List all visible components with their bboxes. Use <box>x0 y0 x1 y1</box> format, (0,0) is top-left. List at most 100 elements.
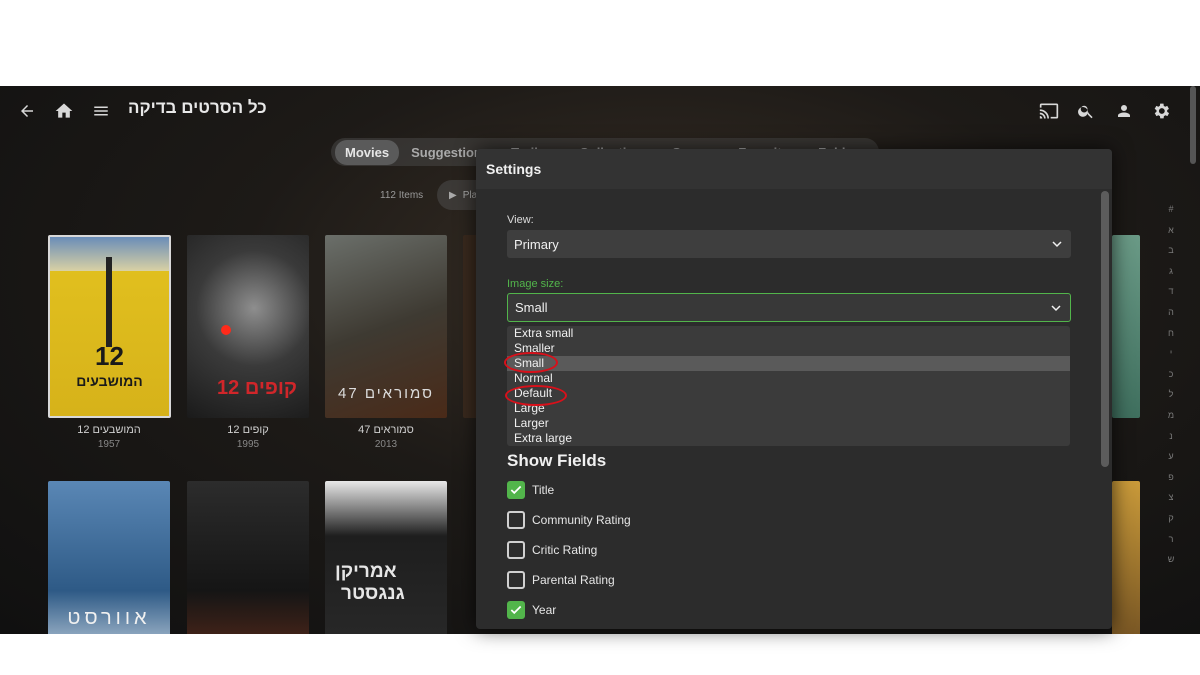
option-larger[interactable]: Larger <box>507 416 1070 431</box>
checkbox-critic-rating[interactable] <box>507 541 525 559</box>
gear-icon[interactable] <box>1149 99 1173 123</box>
option-extra-large[interactable]: Extra large <box>507 431 1070 446</box>
alpha-letter[interactable]: י <box>1164 348 1178 369</box>
search-icon[interactable] <box>1074 99 1098 123</box>
alpha-letter[interactable]: ב <box>1164 245 1178 266</box>
alpha-letter[interactable]: מ <box>1164 410 1178 431</box>
alpha-letter[interactable]: א <box>1164 225 1178 246</box>
check-icon <box>510 485 522 495</box>
alpha-letter[interactable]: ע <box>1164 451 1178 472</box>
movie-poster[interactable]: 47 סמוראים <box>325 235 447 418</box>
page-title: כל הסרטים בדיקה <box>128 98 267 117</box>
checkbox-year[interactable] <box>507 601 525 619</box>
items-count: 112 Items <box>380 190 424 201</box>
user-icon[interactable] <box>1112 99 1136 123</box>
checkbox-title[interactable] <box>507 481 525 499</box>
page-scrollbar[interactable] <box>1190 86 1196 164</box>
alphabet-picker: # א ב ג ד ה ח י כ ל מ נ ע פ צ ק ר ש <box>1164 204 1178 575</box>
movie-poster[interactable] <box>1112 481 1140 634</box>
menu-icon[interactable] <box>89 99 113 123</box>
image-size-value: Small <box>515 300 548 315</box>
check-icon <box>510 605 522 615</box>
top-bar: כל הסרטים בדיקה <box>0 86 1200 136</box>
alpha-letter[interactable]: נ <box>1164 431 1178 452</box>
tab-movies[interactable]: Movies <box>335 139 400 165</box>
chevron-down-icon <box>1050 302 1062 317</box>
dialog-scrollbar[interactable] <box>1101 191 1109 467</box>
movie-title[interactable]: 12 המושבעים <box>48 424 170 436</box>
checkbox-label: Parental Rating <box>532 573 615 587</box>
movie-title[interactable]: 12 קופים <box>187 424 309 436</box>
checkbox-parental-rating[interactable] <box>507 571 525 589</box>
poster-art: 12 <box>95 341 124 371</box>
cast-icon[interactable] <box>1037 99 1061 123</box>
alpha-letter[interactable]: ג <box>1164 266 1178 287</box>
movie-caption: 12 קופים 1995 <box>187 424 309 450</box>
movie-poster[interactable]: אמריקן גנגסטר <box>325 481 447 634</box>
movie-poster[interactable]: 12 קופים <box>187 235 309 418</box>
alpha-letter[interactable]: # <box>1164 204 1178 225</box>
movie-poster[interactable]: 12 המושבעים <box>48 235 171 418</box>
settings-dialog: Settings View: Primary Image size: Small… <box>476 149 1112 629</box>
alpha-letter[interactable]: ש <box>1164 554 1178 575</box>
dialog-title: Settings <box>486 161 542 177</box>
image-size-dropdown: Extra small Smaller Small Normal Default… <box>507 326 1070 446</box>
alpha-letter[interactable]: ל <box>1164 389 1178 410</box>
movie-caption: 47 סמוראים 2013 <box>325 424 447 450</box>
option-extra-small[interactable]: Extra small <box>507 326 1070 341</box>
field-parental-rating-row[interactable]: Parental Rating <box>507 569 615 591</box>
annotation-circle-small <box>504 352 558 373</box>
back-arrow-icon[interactable] <box>15 99 39 123</box>
poster-art: אוורסט <box>67 607 151 629</box>
field-critic-rating-row[interactable]: Critic Rating <box>507 539 597 561</box>
view-value: Primary <box>514 236 559 252</box>
field-title-row[interactable]: Title <box>507 479 554 501</box>
alpha-letter[interactable]: ר <box>1164 534 1178 555</box>
annotation-circle-default <box>505 385 567 406</box>
alpha-letter[interactable]: צ <box>1164 492 1178 513</box>
play-label: Pla <box>462 189 478 201</box>
image-size-select[interactable]: Small <box>507 293 1071 322</box>
show-fields-heading: Show Fields <box>507 451 607 470</box>
movie-poster[interactable] <box>1112 235 1140 418</box>
checkbox-label: Year <box>532 603 557 617</box>
option-normal[interactable]: Normal <box>507 371 1070 386</box>
checkbox-label: Critic Rating <box>532 543 598 557</box>
movie-year: 1995 <box>236 439 260 450</box>
poster-art: אמריקן <box>335 561 397 582</box>
option-smaller[interactable]: Smaller <box>507 341 1070 356</box>
alpha-letter[interactable]: פ <box>1164 472 1178 493</box>
field-year-row[interactable]: Year <box>507 599 556 621</box>
view-select[interactable]: Primary <box>507 230 1071 258</box>
movie-poster[interactable]: אוורסט <box>48 481 170 634</box>
poster-art: גנגסטר <box>341 583 405 604</box>
movie-year: 1957 <box>97 439 121 450</box>
dialog-header: Settings <box>476 149 1112 189</box>
option-default[interactable]: Default <box>507 386 1070 401</box>
alpha-letter[interactable]: כ <box>1164 369 1178 390</box>
alpha-letter[interactable]: ה <box>1164 307 1178 328</box>
alpha-letter[interactable]: ח <box>1164 328 1178 349</box>
alpha-letter[interactable]: ק <box>1164 513 1178 534</box>
movie-title[interactable]: 47 סמוראים <box>325 424 447 436</box>
image-size-label: Image size: <box>507 278 564 290</box>
poster-art: 47 סמוראים <box>338 385 434 402</box>
checkbox-label: Title <box>532 483 555 497</box>
alpha-letter[interactable]: ד <box>1164 286 1178 307</box>
checkbox-label: Community Rating <box>532 513 631 527</box>
poster-art: המושבעים <box>76 373 143 389</box>
field-community-rating-row[interactable]: Community Rating <box>507 509 631 531</box>
option-small[interactable]: Small <box>507 356 1070 371</box>
movie-poster[interactable] <box>187 481 309 634</box>
poster-art <box>106 257 112 347</box>
checkbox-community-rating[interactable] <box>507 511 525 529</box>
movie-caption: 12 המושבעים 1957 <box>48 424 170 450</box>
view-label: View: <box>507 214 534 226</box>
home-icon[interactable] <box>52 99 76 123</box>
chevron-down-icon <box>1051 238 1063 253</box>
poster-art <box>221 325 231 335</box>
movie-year: 2013 <box>374 439 398 450</box>
play-icon: ▶ <box>449 189 457 201</box>
poster-art: 12 קופים <box>217 377 297 399</box>
option-large[interactable]: Large <box>507 401 1070 416</box>
